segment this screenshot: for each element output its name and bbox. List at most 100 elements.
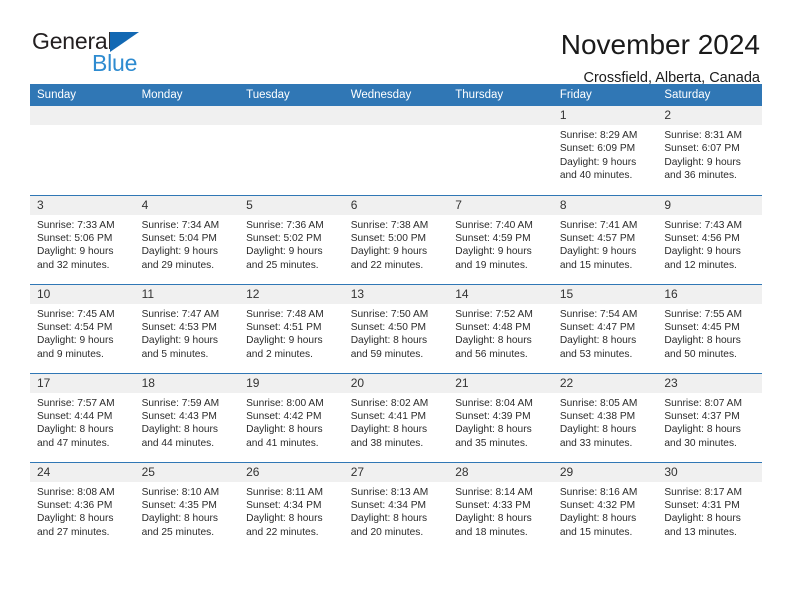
daylight-text: Daylight: 9 hours and 36 minutes.	[664, 156, 741, 182]
sunset-text: Sunset: 6:07 PM	[664, 143, 740, 155]
calendar-day-cell[interactable]: 16 Sunrise: 7:55 AM Sunset: 4:45 PM Dayligh…	[657, 283, 762, 373]
daylight-text: Daylight: 8 hours and 20 minutes.	[350, 513, 428, 538]
sunrise-text: Sunrise: 8:17 AM	[664, 486, 742, 498]
calendar-day-cell[interactable]: 14 Sunrise: 7:52 AM Sunset: 4:48 PM Dayligh…	[448, 283, 553, 373]
calendar-week-row: 1 Sunrise: 8:29 AM Sunset: 6:09 PM Daylight…	[30, 106, 762, 195]
daylight-text: Daylight: 9 hours and 5 minutes.	[141, 335, 219, 360]
calendar-day-cell[interactable]: 9 Sunrise: 7:43 AM Sunset: 4:56 PM Daylight…	[657, 194, 762, 284]
sunset-text: Sunset: 4:43 PM	[141, 410, 217, 422]
day-number: 30	[657, 462, 762, 482]
daylight-text: Daylight: 8 hours and 38 minutes.	[350, 424, 428, 449]
sunrise-text: Sunrise: 7:40 AM	[455, 219, 533, 231]
calendar-day-cell[interactable]: 23 Sunrise: 8:07 AM Sunset: 4:37 PM Dayligh…	[657, 372, 762, 462]
daylight-text: Daylight: 9 hours and 15 minutes.	[559, 246, 637, 271]
calendar-day-cell[interactable]: 13 Sunrise: 7:50 AM Sunset: 4:50 PM Dayligh…	[343, 283, 449, 373]
day-number: 19	[239, 373, 344, 393]
sunrise-text: Sunrise: 7:38 AM	[350, 219, 429, 231]
calendar-day-cell[interactable]: 17 Sunrise: 7:57 AM Sunset: 4:44 PM Dayligh…	[30, 372, 135, 462]
day-number: 11	[134, 284, 240, 304]
daylight-text: Daylight: 9 hours and 12 minutes.	[664, 246, 741, 271]
sunset-text: Sunset: 4:42 PM	[246, 410, 322, 422]
calendar-body: 1 Sunrise: 8:29 AM Sunset: 6:09 PM Daylight…	[30, 106, 762, 551]
sunrise-text: Sunrise: 8:29 AM	[559, 130, 638, 141]
calendar-day-cell[interactable]: 8 Sunrise: 7:41 AM Sunset: 4:57 PM Daylight…	[552, 194, 658, 284]
calendar-day-cell[interactable]: 12 Sunrise: 7:48 AM Sunset: 4:51 PM Dayligh…	[239, 283, 344, 373]
general-blue-logo: General Blue	[30, 28, 160, 80]
calendar-day-cell[interactable]: 18 Sunrise: 7:59 AM Sunset: 4:43 PM Dayligh…	[134, 372, 240, 462]
daylight-text: Daylight: 8 hours and 56 minutes.	[455, 335, 532, 360]
calendar-day-cell[interactable]: 11 Sunrise: 7:47 AM Sunset: 4:53 PM Dayligh…	[134, 283, 240, 373]
daylight-text: Daylight: 8 hours and 27 minutes.	[37, 513, 114, 538]
daylight-text: Daylight: 9 hours and 9 minutes.	[37, 335, 114, 360]
sunrise-text: Sunrise: 7:52 AM	[455, 308, 533, 320]
calendar-week-row: 10 Sunrise: 7:45 AM Sunset: 4:54 PM Dayligh…	[30, 283, 762, 373]
day-sun-info: Sunrise: 7:34 AM Sunset: 5:04 PM Daylight:…	[135, 215, 240, 273]
daylight-text: Daylight: 8 hours and 15 minutes.	[559, 513, 637, 538]
daylight-text: Daylight: 8 hours and 50 minutes.	[664, 335, 741, 360]
sunrise-text: Sunrise: 8:14 AM	[455, 486, 533, 498]
day-number: 20	[343, 373, 449, 393]
daylight-text: Daylight: 8 hours and 18 minutes.	[455, 513, 532, 538]
day-number: 2	[657, 106, 762, 125]
calendar-day-cell[interactable]: 6 Sunrise: 7:38 AM Sunset: 5:00 PM Daylight…	[343, 194, 449, 284]
day-number: 29	[552, 462, 658, 482]
weekday-header-tuesday: Tuesday	[239, 84, 344, 106]
sunrise-text: Sunrise: 7:41 AM	[559, 219, 638, 231]
calendar-day-cell[interactable]: 3 Sunrise: 7:33 AM Sunset: 5:06 PM Daylight…	[30, 194, 135, 284]
sunset-text: Sunset: 4:32 PM	[559, 499, 636, 511]
sunrise-text: Sunrise: 7:57 AM	[37, 397, 115, 409]
day-sun-info: Sunrise: 8:02 AM Sunset: 4:41 PM Daylight:…	[344, 393, 449, 451]
day-sun-info: Sunrise: 8:16 AM Sunset: 4:32 PM Daylight:…	[553, 482, 658, 540]
day-sun-info: Sunrise: 8:10 AM Sunset: 4:35 PM Daylight:…	[135, 482, 240, 540]
sunset-text: Sunset: 4:44 PM	[37, 410, 113, 422]
calendar-day-cell[interactable]: 10 Sunrise: 7:45 AM Sunset: 4:54 PM Dayligh…	[30, 283, 135, 373]
sunrise-text: Sunrise: 8:11 AM	[246, 486, 323, 498]
sunset-text: Sunset: 4:35 PM	[141, 499, 217, 511]
sunrise-text: Sunrise: 8:02 AM	[350, 397, 429, 409]
calendar-day-cell[interactable]: 4 Sunrise: 7:34 AM Sunset: 5:04 PM Daylight…	[134, 194, 240, 284]
calendar-day-cell[interactable]: 28 Sunrise: 8:14 AM Sunset: 4:33 PM Dayligh…	[448, 461, 553, 551]
calendar-day-cell[interactable]: 20 Sunrise: 8:02 AM Sunset: 4:41 PM Dayligh…	[343, 372, 449, 462]
calendar-day-cell[interactable]: 21 Sunrise: 8:04 AM Sunset: 4:39 PM Dayligh…	[448, 372, 553, 462]
calendar-day-cell[interactable]: 27 Sunrise: 8:13 AM Sunset: 4:34 PM Dayligh…	[343, 461, 449, 551]
calendar-day-cell[interactable]: 25 Sunrise: 8:10 AM Sunset: 4:35 PM Dayligh…	[134, 461, 240, 551]
calendar-day-cell[interactable]: 24 Sunrise: 8:08 AM Sunset: 4:36 PM Dayligh…	[30, 461, 135, 551]
calendar-day-cell[interactable]: 7 Sunrise: 7:40 AM Sunset: 4:59 PM Daylight…	[448, 194, 553, 284]
calendar-day-cell[interactable]: 5 Sunrise: 7:36 AM Sunset: 5:02 PM Daylight…	[239, 194, 344, 284]
day-sun-info: Sunrise: 8:11 AM Sunset: 4:34 PM Daylight:…	[239, 482, 344, 540]
calendar-day-cell[interactable]: 26 Sunrise: 8:11 AM Sunset: 4:34 PM Dayligh…	[239, 461, 344, 551]
calendar-day-cell[interactable]: 1 Sunrise: 8:29 AM Sunset: 6:09 PM Daylight…	[552, 106, 658, 195]
calendar-day-cell[interactable]: 30 Sunrise: 8:17 AM Sunset: 4:31 PM Dayligh…	[657, 461, 762, 551]
sunrise-text: Sunrise: 8:16 AM	[559, 486, 638, 498]
sunset-text: Sunset: 5:00 PM	[350, 232, 427, 244]
day-number: 24	[30, 462, 135, 482]
day-number: 7	[448, 195, 553, 215]
day-sun-info: Sunrise: 7:47 AM Sunset: 4:53 PM Daylight:…	[135, 304, 240, 362]
daylight-text: Daylight: 9 hours and 19 minutes.	[455, 246, 532, 271]
weekday-header-monday: Monday	[134, 84, 240, 106]
calendar-day-cell[interactable]: 22 Sunrise: 8:05 AM Sunset: 4:38 PM Dayligh…	[552, 372, 658, 462]
calendar-day-cell[interactable]: 15 Sunrise: 7:54 AM Sunset: 4:47 PM Dayligh…	[552, 283, 658, 373]
day-number: 1	[552, 106, 658, 125]
day-sun-info: Sunrise: 7:41 AM Sunset: 4:57 PM Daylight:…	[553, 215, 658, 273]
day-number: 3	[30, 195, 135, 215]
calendar-day-cell[interactable]: 29 Sunrise: 8:16 AM Sunset: 4:32 PM Dayligh…	[552, 461, 658, 551]
day-number: 28	[448, 462, 553, 482]
sunset-text: Sunset: 4:41 PM	[350, 410, 427, 422]
calendar-day-cell[interactable]: 2 Sunrise: 8:31 AM Sunset: 6:07 PM Daylight…	[657, 106, 762, 195]
calendar-day-cell-empty	[448, 106, 553, 195]
day-sun-info: Sunrise: 8:29 AM Sunset: 6:09 PM Daylight:…	[553, 125, 658, 183]
day-number: 16	[657, 284, 762, 304]
calendar-week-row: 24 Sunrise: 8:08 AM Sunset: 4:36 PM Dayligh…	[30, 461, 762, 551]
sunset-text: Sunset: 4:34 PM	[246, 499, 322, 511]
day-number: 8	[552, 195, 658, 215]
sunset-text: Sunset: 4:57 PM	[559, 232, 636, 244]
sunrise-text: Sunrise: 8:08 AM	[37, 486, 115, 498]
sunset-text: Sunset: 5:02 PM	[246, 232, 322, 244]
day-sun-info: Sunrise: 8:08 AM Sunset: 4:36 PM Daylight:…	[30, 482, 135, 540]
day-sun-info: Sunrise: 8:00 AM Sunset: 4:42 PM Daylight:…	[239, 393, 344, 451]
day-number: 10	[30, 284, 135, 304]
sunset-text: Sunset: 5:06 PM	[37, 232, 113, 244]
sunrise-text: Sunrise: 8:31 AM	[664, 130, 742, 141]
calendar-day-cell[interactable]: 19 Sunrise: 8:00 AM Sunset: 4:42 PM Dayligh…	[239, 372, 344, 462]
